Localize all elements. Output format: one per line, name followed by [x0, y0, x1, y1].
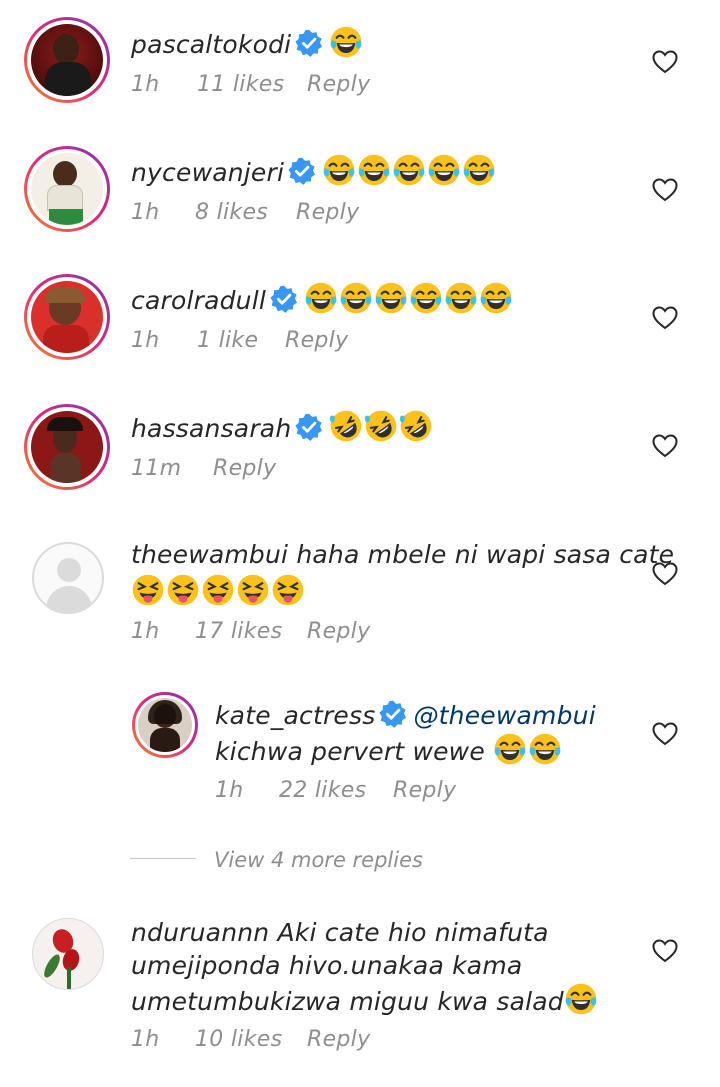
likes-count[interactable]: 17 likes [195, 619, 282, 644]
avatar[interactable] [24, 404, 110, 490]
username[interactable]: nduruannn [131, 918, 269, 947]
reply-button[interactable]: Reply [307, 619, 370, 644]
heart-outline-icon[interactable] [652, 306, 678, 330]
verified-badge-icon [295, 29, 323, 57]
comment-body: haha mbele ni wapi sasa cate [296, 540, 675, 569]
squint-tongue-emoji-icon [236, 573, 270, 607]
comment-item: pascaltokodi 1h 11 likes Reply [0, 0, 720, 128]
comment-item: nycewanjeri 1h 8 likes Reply [0, 128, 720, 256]
avatar[interactable] [24, 274, 110, 360]
joy-emoji-icon [374, 281, 408, 315]
comment-text: hassansarah [131, 409, 434, 445]
joy-emoji-icon [339, 281, 373, 315]
emoji-group [329, 414, 434, 443]
timestamp: 1h [131, 328, 160, 353]
likes-count[interactable]: 10 likes [195, 1027, 282, 1052]
comment-text: nduruannn Aki cate hio nimafuta umejipon… [131, 916, 611, 1018]
comment-item: nduruannn Aki cate hio nimafuta umejipon… [0, 900, 720, 1087]
avatar[interactable] [32, 918, 104, 990]
emoji-group [304, 286, 514, 315]
reply-button[interactable]: Reply [307, 72, 370, 97]
rofl-emoji-icon [329, 409, 363, 443]
heart-outline-icon[interactable] [652, 50, 678, 74]
emoji-group [322, 158, 497, 187]
verified-badge-icon [270, 285, 298, 313]
joy-emoji-icon [304, 281, 338, 315]
view-more-replies-label[interactable]: View 4 more replies [214, 848, 423, 872]
mention-link[interactable]: @theewambui [413, 701, 595, 730]
timestamp: 1h [131, 619, 160, 644]
likes-count[interactable]: 11 likes [197, 72, 284, 97]
heart-outline-icon[interactable] [652, 722, 678, 746]
comment-item: hassansarah 11m Reply [0, 384, 720, 512]
comment-text: pascaltokodi [131, 25, 364, 61]
username[interactable]: kate_actress [215, 701, 375, 730]
timestamp: 11m [131, 456, 182, 481]
joy-emoji-icon [329, 25, 363, 59]
joy-emoji-icon [479, 281, 513, 315]
squint-tongue-emoji-icon [201, 573, 235, 607]
heart-outline-icon[interactable] [652, 434, 678, 458]
joy-emoji-icon [322, 153, 356, 187]
timestamp: 1h [131, 200, 160, 225]
joy-emoji-icon [462, 153, 496, 187]
comment-text: kate_actress @theewambui kichwa pervert w… [215, 699, 655, 768]
likes-count[interactable]: 8 likes [195, 200, 268, 225]
heart-outline-icon[interactable] [652, 562, 678, 586]
emoji-group [493, 737, 563, 766]
reply-button[interactable]: Reply [393, 778, 456, 803]
comment-body-line: umejiponda hivo.unakaa kama [131, 951, 523, 980]
likes-count[interactable]: 22 likes [279, 778, 366, 803]
username[interactable]: theewambui [131, 540, 288, 569]
reply-button[interactable]: Reply [307, 1027, 370, 1052]
rofl-emoji-icon [399, 409, 433, 443]
emoji-group [131, 573, 631, 609]
rofl-emoji-icon [364, 409, 398, 443]
emoji-group [329, 30, 364, 59]
reply-item: kate_actress @theewambui kichwa pervert w… [0, 672, 720, 832]
verified-badge-icon [379, 700, 407, 728]
avatar[interactable] [32, 542, 104, 614]
joy-emoji-icon [427, 153, 461, 187]
divider [130, 858, 196, 859]
joy-emoji-icon [357, 153, 391, 187]
squint-tongue-emoji-icon [271, 573, 305, 607]
likes-count[interactable]: 1 like [197, 328, 258, 353]
comment-item: carolradull 1h 1 like Reply [0, 256, 720, 384]
timestamp: 1h [131, 72, 160, 97]
view-more-replies[interactable]: View 4 more replies [130, 848, 430, 872]
comment-text: carolradull [131, 281, 514, 317]
username[interactable]: hassansarah [131, 414, 291, 443]
timestamp: 1h [215, 778, 244, 803]
verified-badge-icon [288, 157, 316, 185]
heart-outline-icon[interactable] [652, 178, 678, 202]
avatar[interactable] [132, 692, 198, 758]
comment-body: kichwa pervert wewe [215, 737, 485, 766]
comment-body-line: Aki cate hio nimafuta [277, 918, 549, 947]
verified-badge-icon [295, 413, 323, 441]
reply-button[interactable]: Reply [296, 200, 359, 225]
username[interactable]: pascaltokodi [131, 30, 291, 59]
timestamp: 1h [131, 1027, 160, 1052]
avatar[interactable] [24, 146, 110, 232]
joy-emoji-icon [444, 281, 478, 315]
comment-text: nycewanjeri [131, 153, 497, 189]
joy-emoji-icon [528, 732, 562, 766]
reply-button[interactable]: Reply [285, 328, 348, 353]
squint-tongue-emoji-icon [166, 573, 200, 607]
avatar[interactable] [24, 17, 110, 103]
comment-item: theewambui haha mbele ni wapi sasa cate … [0, 512, 720, 672]
joy-emoji-icon [493, 732, 527, 766]
username[interactable]: carolradull [131, 286, 266, 315]
comment-text: theewambui haha mbele ni wapi sasa cate [131, 538, 674, 609]
joy-emoji-icon [564, 982, 598, 1016]
heart-outline-icon[interactable] [652, 939, 678, 963]
joy-emoji-icon [392, 153, 426, 187]
comment-body-line: umetumbukizwa miguu kwa salad [131, 987, 564, 1016]
squint-tongue-emoji-icon [131, 573, 165, 607]
username[interactable]: nycewanjeri [131, 158, 284, 187]
reply-button[interactable]: Reply [213, 456, 276, 481]
joy-emoji-icon [409, 281, 443, 315]
